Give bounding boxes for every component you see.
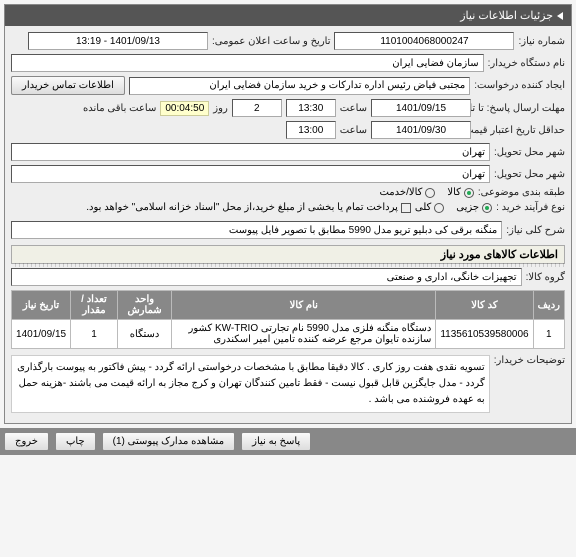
- panel-title: جزئیات اطلاعات نیاز: [460, 9, 553, 22]
- caret-icon: [557, 12, 563, 20]
- th-date: تاریخ نیاز: [12, 291, 71, 320]
- radio-icon: [425, 188, 435, 198]
- total-radio[interactable]: کلی: [415, 202, 444, 213]
- deadline-send-label: مهلت ارسال پاسخ: تا تاریخ:: [475, 103, 565, 114]
- radio-checked-icon: [464, 188, 474, 198]
- treasury-check[interactable]: پرداخت تمام یا بخشی از مبلغ خرید،از محل …: [86, 202, 411, 213]
- city-inquiry-label: شهر محل تحویل:: [494, 147, 565, 158]
- deadline-valid-label: حداقل تاریخ اعتبار قیمت: تا تاریخ:: [475, 125, 565, 136]
- hour-label-2: ساعت: [340, 125, 367, 136]
- panel-body: شماره نیاز: 1101004068000247 تاریخ و ساع…: [5, 26, 571, 423]
- city-deliver-label: شهر محل تحویل:: [494, 169, 565, 180]
- goods-radio[interactable]: کالا: [447, 187, 474, 198]
- need-no-field: 1101004068000247: [334, 32, 514, 50]
- service-radio[interactable]: کالا/خدمت: [379, 187, 435, 198]
- td-name: دستگاه منگنه فلزی مدل 5990 نام تجارتی KW…: [172, 320, 436, 349]
- panel-header: جزئیات اطلاعات نیاز: [5, 5, 571, 26]
- attachments-button[interactable]: مشاهده مدارک پیوستی (1): [102, 432, 236, 451]
- title-field: منگنه برقی کی دبلیو تریو مدل 5990 مطابق …: [11, 221, 502, 239]
- td-idx: 1: [533, 320, 564, 349]
- details-panel: جزئیات اطلاعات نیاز شماره نیاز: 11010040…: [4, 4, 572, 424]
- td-unit: دستگاه: [117, 320, 171, 349]
- td-code: 1135610539580006: [436, 320, 533, 349]
- days-remain-field: 2: [232, 99, 282, 117]
- title-label: شرح کلی نیاز:: [506, 225, 565, 236]
- goods-class-group: کالا کالا/خدمت: [379, 187, 473, 198]
- city-inquiry-field: تهران: [11, 143, 490, 161]
- print-button[interactable]: چاپ: [55, 432, 96, 451]
- checkbox-icon: [401, 203, 411, 213]
- goods-group-label: گروه کالا:: [526, 272, 565, 283]
- th-name: نام کالا: [172, 291, 436, 320]
- total-radio-label: کلی: [415, 202, 431, 213]
- th-unit: واحد شمارش: [117, 291, 171, 320]
- reply-button[interactable]: پاسخ به نیاز: [241, 432, 311, 451]
- buyer-org-field: سازمان فضایی ایران: [11, 54, 484, 72]
- announce-dt-label: تاریخ و ساعت اعلان عمومی:: [212, 36, 331, 47]
- deadline-valid-hour: 13:00: [286, 121, 336, 139]
- announce-dt-field: 1401/09/13 - 13:19: [28, 32, 208, 50]
- radio-icon-2: [434, 203, 444, 213]
- th-qty: تعداد / مقدار: [71, 291, 118, 320]
- buyer-org-label: نام دستگاه خریدار:: [488, 58, 565, 69]
- items-section-header: اطلاعات کالاهای مورد نیاز: [11, 245, 565, 264]
- need-no-label: شماره نیاز:: [518, 36, 565, 47]
- th-code: کد کالا: [436, 291, 533, 320]
- partial-radio-label: جزیی: [456, 202, 479, 213]
- table-row: 1 1135610539580006 دستگاه منگنه فلزی مدل…: [12, 320, 565, 349]
- countdown-timer: 00:04:50: [160, 101, 209, 116]
- exit-button[interactable]: خروج: [4, 432, 49, 451]
- creator-label: ایجاد کننده درخواست:: [474, 80, 565, 91]
- radio-checked-icon-2: [482, 203, 492, 213]
- goods-class-label: طبقه بندی موضوعی:: [478, 187, 565, 198]
- deadline-send-date: 1401/09/15: [371, 99, 471, 117]
- deadline-valid-date: 1401/09/30: [371, 121, 471, 139]
- table-header-row: ردیف کد کالا نام کالا واحد شمارش تعداد /…: [12, 291, 565, 320]
- td-qty: 1: [71, 320, 118, 349]
- purchase-type-label: نوع فرآیند خرید :: [496, 202, 565, 213]
- deadline-send-hour: 13:30: [286, 99, 336, 117]
- buyer-notes-field: تسویه نقدی هفت روز کاری . کالا دقیقا مطا…: [11, 355, 490, 413]
- treasury-check-label: پرداخت تمام یا بخشی از مبلغ خرید،از محل …: [86, 202, 398, 213]
- service-radio-label: کالا/خدمت: [379, 187, 422, 198]
- purchase-type-group: جزیی کلی: [415, 202, 492, 213]
- partial-radio[interactable]: جزیی: [456, 202, 492, 213]
- button-bar: پاسخ به نیاز مشاهده مدارک پیوستی (1) چاپ…: [0, 428, 576, 455]
- items-table: ردیف کد کالا نام کالا واحد شمارش تعداد /…: [11, 290, 565, 349]
- city-deliver-field: تهران: [11, 165, 490, 183]
- hour-label-1: ساعت: [340, 103, 367, 114]
- th-idx: ردیف: [533, 291, 564, 320]
- goods-group-field: تجهیزات خانگی، اداری و صنعتی: [11, 268, 522, 286]
- creator-field: مجتبی فیاض رئیس اداره تدارکات و خرید ساز…: [129, 77, 470, 95]
- day-label: روز: [213, 103, 228, 114]
- contact-info-button[interactable]: اطلاعات تماس خریدار: [11, 76, 125, 95]
- goods-radio-label: کالا: [447, 187, 461, 198]
- td-date: 1401/09/15: [12, 320, 71, 349]
- buyer-notes-label: توضیحات خریدار:: [494, 355, 565, 366]
- remaining-label: ساعت باقی مانده: [83, 103, 156, 114]
